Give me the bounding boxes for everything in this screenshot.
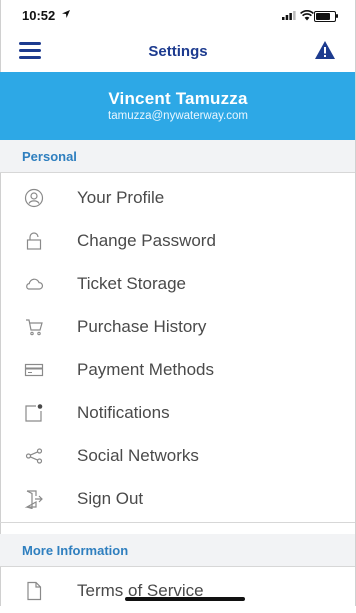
menu-item-change-password[interactable]: Change Password	[0, 220, 356, 263]
sign-out-icon	[24, 490, 43, 509]
section-heading: Personal	[22, 149, 77, 164]
menu-item-label: Your Profile	[77, 188, 165, 207]
wifi-icon	[300, 10, 314, 21]
menu-item-purchase-history[interactable]: Purchase History	[0, 306, 356, 349]
cloud-icon	[26, 278, 44, 290]
menu-item-label: Change Password	[77, 231, 216, 250]
menu-item-label: Payment Methods	[77, 360, 215, 379]
profile-email: tamuzza@nywaterway.com	[108, 110, 248, 122]
menu-item-social-networks[interactable]: Social Networks	[0, 435, 356, 478]
status-bar: 10:52	[0, 0, 356, 32]
battery-icon	[314, 11, 338, 22]
cart-icon	[26, 319, 43, 336]
home-indicator[interactable]	[125, 597, 245, 601]
section-personal: Personal	[0, 140, 356, 173]
menu-item-label: Ticket Storage	[77, 274, 186, 293]
divider	[0, 522, 356, 523]
section-heading: More Information	[22, 543, 129, 558]
menu-item-your-profile[interactable]: Your Profile	[0, 177, 356, 220]
section-more-information: More Information	[0, 534, 356, 567]
profile-name: Vincent Tamuzza	[108, 89, 248, 108]
app-screen: 10:52 Settings Vincent Tamuzza tamuzza@n…	[0, 0, 356, 606]
nav-bar: Settings	[0, 32, 356, 72]
notification-badge-icon	[25, 404, 43, 422]
menu-item-terms-of-service[interactable]: Terms of Service	[0, 570, 356, 613]
menu-item-label: Purchase History	[77, 317, 207, 336]
document-icon	[27, 581, 42, 601]
menu-item-label: Sign Out	[77, 489, 144, 508]
menu-item-ticket-storage[interactable]: Ticket Storage	[0, 263, 356, 306]
menu-item-notifications[interactable]: Notifications	[0, 392, 356, 435]
credit-card-icon	[24, 363, 44, 377]
location-arrow-icon	[62, 10, 70, 18]
cellular-signal-icon	[282, 11, 296, 20]
share-icon	[25, 448, 43, 464]
menu-item-label: Social Networks	[77, 446, 199, 465]
profile-header: Vincent Tamuzza tamuzza@nywaterway.com	[0, 72, 356, 140]
status-time: 10:52	[22, 8, 56, 23]
lock-icon	[26, 232, 42, 250]
page-title: Settings	[148, 43, 208, 60]
menu-item-payment-methods[interactable]: Payment Methods	[0, 349, 356, 392]
menu-item-sign-out[interactable]: Sign Out	[0, 478, 356, 521]
menu-item-label: Notifications	[77, 403, 170, 422]
user-circle-icon	[24, 188, 44, 208]
warning-triangle-icon[interactable]	[314, 40, 336, 60]
